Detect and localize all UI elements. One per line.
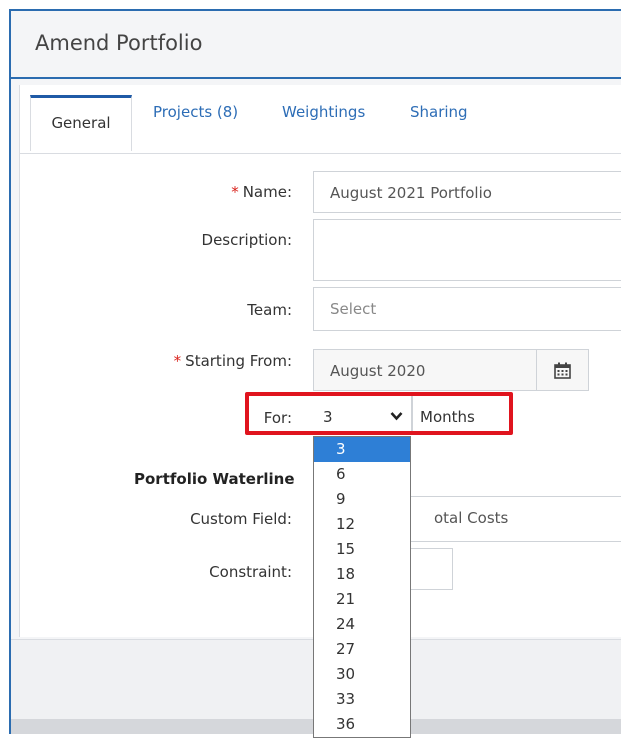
- dialog-titlebar: Amend Portfolio: [11, 11, 621, 79]
- tab-projects[interactable]: Projects (8): [153, 103, 238, 121]
- starting-from-label: * Starting From:: [173, 352, 292, 370]
- for-highlight-box: [245, 392, 513, 435]
- name-input[interactable]: August 2021 Portfolio: [313, 171, 621, 213]
- dropdown-option[interactable]: 9: [314, 487, 410, 512]
- dropdown-option[interactable]: 21: [314, 587, 410, 612]
- team-label: Team:: [247, 301, 292, 319]
- for-dropdown-list: 3 6 9 12 15 18 21 24 27 30 33 36: [313, 436, 411, 738]
- tab-sharing[interactable]: Sharing: [410, 103, 468, 121]
- dropdown-option[interactable]: 33: [314, 687, 410, 712]
- calendar-button[interactable]: [536, 349, 589, 391]
- description-input[interactable]: [313, 219, 621, 281]
- required-mark: *: [231, 183, 239, 201]
- calendar-icon: [554, 362, 571, 379]
- section-heading: Portfolio Waterline: [134, 470, 295, 488]
- dropdown-option[interactable]: 24: [314, 612, 410, 637]
- tab-weightings[interactable]: Weightings: [282, 103, 365, 121]
- dropdown-option[interactable]: 12: [314, 512, 410, 537]
- dropdown-option[interactable]: 15: [314, 537, 410, 562]
- description-label: Description:: [201, 231, 292, 249]
- starting-from-input[interactable]: August 2020: [313, 349, 537, 391]
- dropdown-option[interactable]: 3: [314, 437, 410, 462]
- dropdown-option[interactable]: 30: [314, 662, 410, 687]
- team-select[interactable]: Select: [313, 287, 621, 331]
- dialog-title: Amend Portfolio: [35, 31, 203, 55]
- constraint-label: Constraint:: [209, 563, 292, 581]
- custom-field-label: Custom Field:: [190, 510, 292, 528]
- tab-bar: General Projects (8) Weightings Sharing: [20, 93, 621, 154]
- dropdown-option[interactable]: 6: [314, 462, 410, 487]
- name-label: * Name:: [231, 183, 292, 201]
- dropdown-option[interactable]: 18: [314, 562, 410, 587]
- dropdown-option[interactable]: 27: [314, 637, 410, 662]
- tab-general[interactable]: General: [30, 95, 132, 151]
- dropdown-option[interactable]: 36: [314, 712, 410, 737]
